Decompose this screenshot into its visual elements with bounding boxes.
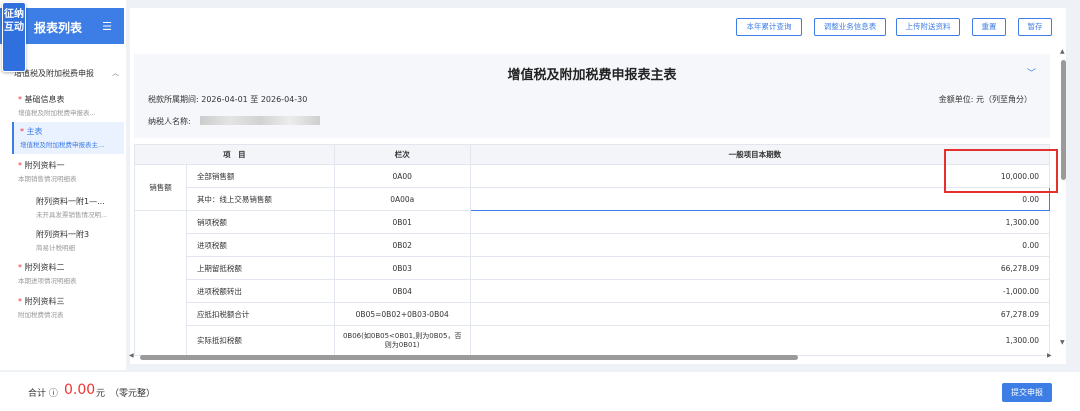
sidebar-item-main-table[interactable]: 主表 增值税及附加税费申报表主...	[12, 122, 124, 154]
sidebar-item-label: 附列资料一附1—...	[36, 197, 105, 206]
sidebar-item-sub: 增值税及附加税费申报表...	[18, 109, 96, 117]
row-code: 0A00a	[333, 187, 471, 211]
total-amount: 0.00	[64, 382, 96, 398]
sidebar-item-sub: 简易计税明细	[36, 244, 75, 252]
page-title: 增值税及附加税费申报表主表	[507, 68, 677, 83]
sidebar-item-label: 附列资料二	[18, 262, 77, 273]
row-item: 实际抵扣税额	[185, 325, 335, 356]
row-code: 0B02	[333, 233, 471, 257]
scroll-up-icon[interactable]: ▲	[1060, 48, 1065, 55]
sidebar-item-label: 基础信息表	[18, 94, 96, 105]
nav-group-label: 增值税及附加税费申报	[14, 69, 94, 78]
save-draft-button[interactable]: 暂存	[1018, 18, 1052, 36]
row-group-label: 销售额	[134, 164, 187, 211]
adjust-business-info-button[interactable]: 调整业务信息表	[814, 18, 886, 36]
row-item: 全部销售额	[185, 164, 335, 188]
row-item: 进项税额转出	[185, 279, 335, 303]
declaration-table: 项 目 栏次 一般项目本期数 销售额 全部销售额 0A00 10,000.00 …	[134, 144, 1051, 356]
chevron-up-icon[interactable]: ︿	[112, 68, 119, 78]
sidebar-subitem-schedule-1-att-3[interactable]: 附列资料一附3 简易计税明细	[36, 229, 89, 252]
form-header: 增值税及附加税费申报表主表 ﹀ 税款所属期间: 2026-04-01 至 202…	[134, 54, 1050, 138]
row-code: 0B06(如0B05<0B01,则为0B05，否则为0B01)	[333, 325, 471, 356]
sidebar-item-schedule-2[interactable]: 附列资料二 本期进项情况明细表	[18, 262, 77, 285]
submit-declaration-button[interactable]: 提交申报	[1002, 383, 1052, 402]
table-row: 上期留抵税额 0B03 66,278.09	[135, 256, 1051, 280]
horizontal-scrollbar[interactable]	[140, 355, 798, 360]
row-value[interactable]: 67,278.09	[469, 302, 1051, 326]
sidebar-item-label: 附列资料一	[18, 160, 77, 171]
sidebar-item-sub: 附加税费情况表	[18, 311, 64, 319]
amount-unit: 金额单位: 元（列至角分）	[938, 95, 1032, 104]
menu-icon[interactable]: ☰	[102, 20, 112, 33]
chevron-down-icon[interactable]: ﹀	[1027, 66, 1036, 79]
row-code: 0B01	[333, 210, 471, 234]
total-in-words: （零元整）	[110, 389, 156, 399]
sidebar-subitem-schedule-1-att-1[interactable]: 附列资料一附1—... 未开具发票销售情况明...	[36, 196, 107, 219]
sidebar-item-schedule-3[interactable]: 附列资料三 附加税费情况表	[18, 296, 65, 319]
annual-cumulative-query-button[interactable]: 本年累计查询	[736, 18, 802, 36]
sidebar-item-schedule-1[interactable]: 附列资料一 本期销售情况明细表	[18, 160, 77, 183]
highlight-box	[944, 149, 1058, 193]
sidebar-item-basic-info[interactable]: 基础信息表 增值税及附加税费申报表...	[18, 94, 96, 117]
tax-period: 税款所属期间: 2026-04-01 至 2026-04-30	[148, 94, 307, 105]
upload-attachments-button[interactable]: 上传附送资料	[896, 18, 960, 36]
row-value[interactable]: 66,278.09	[469, 256, 1051, 280]
footer-bar: 合计 ⓘ 0.00 元 （零元整） 提交申报	[0, 372, 1080, 411]
row-item: 上期留抵税额	[185, 256, 335, 280]
row-value[interactable]: 1,300.00	[469, 325, 1051, 356]
table-row: 应抵扣税额合计 0B05=0B02+0B03-0B04 67,278.09	[135, 302, 1051, 326]
row-value[interactable]: 0.00	[469, 233, 1051, 257]
row-value[interactable]: -1,000.00	[469, 279, 1051, 303]
scroll-right-icon[interactable]: ▶	[1047, 352, 1052, 359]
column-header-item: 项 目	[134, 144, 335, 165]
sidebar-item-sub: 未开具发票销售情况明...	[36, 211, 108, 219]
table-row: 销项税额 0B01 1,300.00	[134, 210, 1051, 356]
sidebar-item-sub: 本期进项情况明细表	[18, 277, 77, 285]
taxpayer-name-label: 纳税人名称:	[148, 117, 191, 126]
main-panel: 本年累计查询 调整业务信息表 上传附送资料 重置 暂存 增值税及附加税费申报表主…	[130, 8, 1066, 364]
sidebar-item-label: 主表	[20, 126, 124, 137]
row-item: 销项税额	[185, 210, 335, 234]
sidebar-item-label: 附列资料三	[18, 296, 65, 307]
sidebar-title: 报表列表	[34, 21, 83, 35]
total-label: 合计 ⓘ	[28, 389, 58, 399]
row-value[interactable]: 1,300.00	[469, 210, 1051, 234]
vertical-scrollbar[interactable]	[1061, 60, 1066, 180]
tax-period-value: 2026-04-01 至 2026-04-30	[201, 95, 308, 104]
table-header-row: 项 目 栏次 一般项目本期数	[134, 144, 1051, 165]
row-code: 0B03	[333, 256, 471, 280]
column-header-code: 栏次	[333, 144, 471, 165]
scroll-left-icon[interactable]: ◀	[129, 352, 134, 359]
row-item: 进项税额	[185, 233, 335, 257]
row-item: 应抵扣税额合计	[185, 302, 335, 326]
table-row: 进项税额转出 0B04 -1,000.00	[135, 279, 1051, 303]
table-row: 销售额 全部销售额 0A00 10,000.00	[134, 164, 1051, 211]
table-row: 其中：线上交易销售额 0A00a 0.00	[135, 187, 1051, 211]
sidebar-item-label: 附列资料一附3	[36, 230, 90, 239]
tax-period-label: 税款所属期间:	[148, 95, 202, 104]
taxpayer-name-redacted	[200, 116, 320, 125]
table-row: 实际抵扣税额 0B06(如0B05<0B01,则为0B05，否则为0B01) 1…	[135, 325, 1051, 356]
sidebar-item-sub: 本期销售情况明细表	[18, 175, 77, 183]
nav-group-vat[interactable]: 增值税及附加税费申报 ︿	[14, 68, 119, 79]
reset-button[interactable]: 重置	[972, 18, 1006, 36]
sidebar-item-sub: 增值税及附加税费申报表主...	[20, 141, 105, 149]
scroll-down-icon[interactable]: ▼	[1060, 339, 1065, 346]
row-code: 0B04	[333, 279, 471, 303]
total-unit: 元	[96, 389, 106, 399]
row-item: 其中：线上交易销售额	[185, 187, 335, 211]
table-row: 进项税额 0B02 0.00	[135, 233, 1051, 257]
interaction-badge[interactable]: 征纳互动	[2, 2, 26, 72]
row-code: 0B05=0B02+0B03-0B04	[333, 302, 471, 326]
row-code: 0A00	[333, 164, 471, 188]
